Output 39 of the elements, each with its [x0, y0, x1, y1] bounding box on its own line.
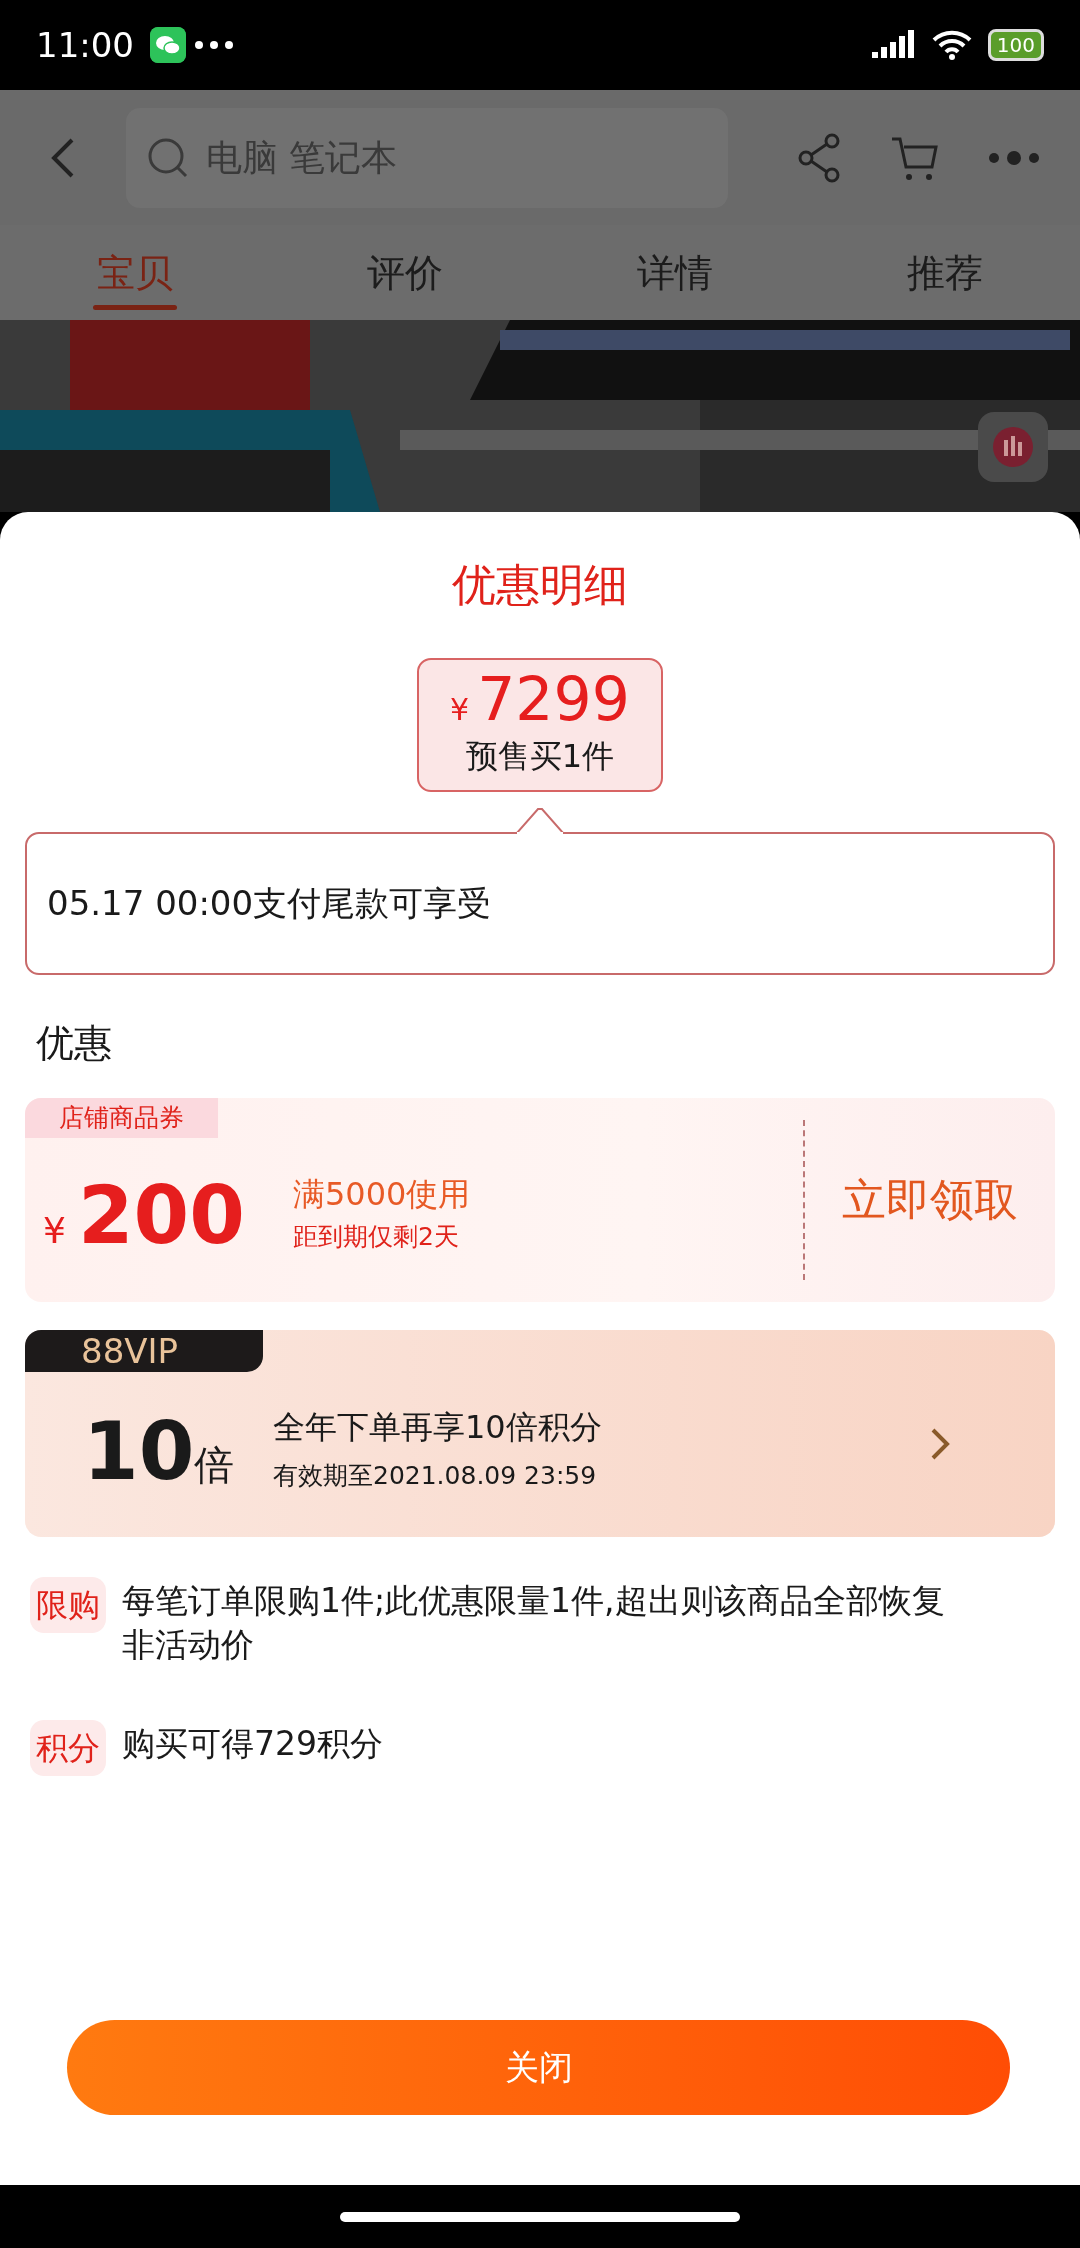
- price-caption: 预售买1件: [465, 737, 615, 775]
- claim-button[interactable]: 立即领取: [805, 1166, 1055, 1234]
- tab[interactable]: 宝贝: [0, 245, 270, 320]
- vip-card[interactable]: 88VIP 10倍 全年下单再享10倍积分 有效期至2021.08.09 23:59: [25, 1330, 1055, 1537]
- floating-button[interactable]: [978, 412, 1048, 482]
- rule-tag: 积分: [30, 1720, 106, 1777]
- close-button[interactable]: 关闭: [67, 2020, 1010, 2115]
- status-time: 11:00: [36, 23, 134, 67]
- signal-icon: [871, 30, 916, 60]
- vip-validity: 有效期至2021.08.09 23:59: [273, 1459, 598, 1492]
- coupon-expiry: 距到期仅剩2天: [293, 1221, 460, 1254]
- rule-text: 每笔订单限购1件;此优惠限量1件,超出则该商品全部恢复非活动价: [122, 1580, 946, 1666]
- coupon-condition: 满5000使用: [293, 1174, 472, 1216]
- currency-symbol: ¥: [450, 691, 470, 729]
- price-amount: 7299: [477, 668, 630, 731]
- share-icon[interactable]: [798, 132, 842, 183]
- chevron-right-icon: [930, 1426, 950, 1461]
- currency-symbol: ¥: [43, 1209, 66, 1253]
- home-indicator[interactable]: [340, 2211, 740, 2222]
- coupon-amount: 200: [77, 1176, 245, 1256]
- more-icon[interactable]: [988, 149, 1040, 166]
- vip-title: 全年下单再享10倍积分: [273, 1406, 602, 1448]
- coupon-tag: 店铺商品券: [25, 1098, 218, 1138]
- rule-text: 购买可得729积分: [122, 1723, 384, 1766]
- tab[interactable]: 评价: [270, 245, 540, 320]
- chat-app-icon: [150, 27, 186, 63]
- multiplier-unit: 倍: [194, 1442, 235, 1490]
- bar-chart-icon: [993, 427, 1033, 467]
- battery-indicator: 100: [987, 29, 1044, 61]
- tab[interactable]: 推荐: [810, 245, 1080, 320]
- section-heading: 优惠: [36, 1021, 112, 1065]
- rule-tag: 限购: [30, 1577, 106, 1633]
- tab[interactable]: 详情: [540, 245, 810, 320]
- multiplier-value: 10: [83, 1412, 195, 1492]
- wifi-icon: [931, 30, 972, 60]
- callout-text: 05.17 00:00支付尾款可享受: [47, 882, 492, 925]
- more-icon: [194, 40, 234, 50]
- vip-tag: 88VIP: [25, 1330, 263, 1372]
- sheet-title: 优惠明细: [452, 558, 628, 612]
